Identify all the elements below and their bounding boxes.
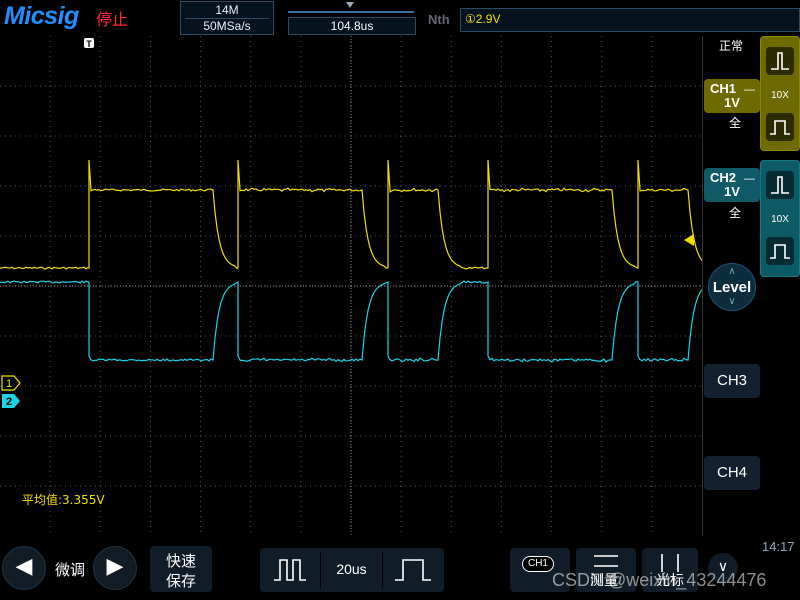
chevron-up-icon: ∧ bbox=[728, 266, 736, 277]
svg-text:2: 2 bbox=[6, 396, 12, 408]
timebase-value[interactable]: 20us bbox=[321, 561, 382, 577]
pulse-icon[interactable] bbox=[766, 237, 794, 265]
chevron-down-icon: ∨ bbox=[728, 296, 736, 307]
clock-time: 14:17 bbox=[762, 539, 795, 554]
trigger-level-arrow[interactable] bbox=[684, 234, 694, 246]
rising-edge-icon[interactable] bbox=[766, 171, 794, 199]
average-readout: 平均值:3.355V bbox=[22, 492, 105, 507]
timebase-ruler bbox=[288, 11, 414, 13]
sample-rate: 50MSa/s bbox=[203, 19, 251, 33]
waveform-display[interactable]: T 1 2 平均值:3.355V bbox=[0, 36, 703, 536]
ch1-bandwidth: 全 bbox=[728, 116, 741, 130]
ch2-bandwidth: 全 bbox=[728, 206, 741, 220]
arrow-left-icon: ◀ bbox=[15, 553, 33, 578]
level-label: Level bbox=[712, 279, 752, 296]
ch2-button[interactable]: CH2 — 1V bbox=[704, 168, 760, 202]
ch1-scale: 1V bbox=[724, 95, 740, 110]
arrow-right-icon: ▶ bbox=[106, 553, 124, 578]
wide-pulse-icon bbox=[395, 559, 431, 581]
ch1-reference-marker[interactable]: 1 bbox=[1, 375, 21, 391]
ch3-button[interactable]: CH3 bbox=[704, 364, 760, 398]
trigger-info-box[interactable]: ①2.9V bbox=[460, 8, 800, 32]
nth-label[interactable]: Nth bbox=[428, 12, 450, 27]
waveform-svg: T 1 2 平均值:3.355V bbox=[0, 36, 702, 536]
top-status-bar: Micsig 停止 14M 50MSa/s 104.8us Nth ①2.9V bbox=[0, 0, 800, 35]
trigger-mode-label[interactable]: 正常 bbox=[710, 37, 752, 54]
level-knob[interactable]: ∧ Level ∨ bbox=[708, 263, 756, 311]
svg-text:1: 1 bbox=[6, 378, 12, 390]
ch1-quick-panel: 10X bbox=[760, 36, 800, 151]
ch1-name: CH1 bbox=[710, 81, 737, 96]
ch2-scale: 1V bbox=[724, 184, 740, 199]
timebase-increase-button[interactable] bbox=[383, 548, 444, 592]
graticule bbox=[0, 36, 702, 536]
trigger-position-tag: T bbox=[84, 38, 94, 49]
ch2-quick-panel: 10X bbox=[760, 160, 800, 277]
svg-text:T: T bbox=[86, 39, 92, 49]
narrow-pulse-icon bbox=[274, 559, 306, 581]
ch1-probe-ratio[interactable]: 10X bbox=[761, 90, 799, 101]
quick-save-line2: 保存 bbox=[165, 573, 196, 590]
measure-channel-tag: CH1 bbox=[522, 556, 554, 572]
fine-adjust-label[interactable]: 微调 bbox=[55, 559, 85, 580]
trigger-position-marker bbox=[346, 2, 354, 8]
quick-save-button[interactable]: 快速 保存 bbox=[150, 546, 212, 592]
run-stop-status[interactable]: 停止 bbox=[96, 6, 128, 30]
prev-button[interactable]: ◀ bbox=[2, 546, 46, 590]
pulse-icon[interactable] bbox=[766, 113, 794, 141]
quick-save-line1: 快速 bbox=[165, 553, 196, 570]
ch2-probe-ratio[interactable]: 10X bbox=[761, 214, 799, 225]
timebase-control: 20us bbox=[260, 548, 444, 592]
trigger-delay-value: 104.8us bbox=[330, 19, 374, 33]
ch2-name: CH2 bbox=[710, 170, 737, 185]
watermark: CSDN @weixin_43244476 bbox=[552, 570, 767, 590]
next-button[interactable]: ▶ bbox=[93, 546, 137, 590]
memory-depth: 14M bbox=[215, 3, 239, 17]
ch4-button[interactable]: CH4 bbox=[704, 456, 760, 490]
brand-logo: Micsig bbox=[4, 2, 79, 30]
timebase-decrease-button[interactable] bbox=[260, 548, 320, 592]
acquisition-box[interactable]: 14M 50MSa/s bbox=[180, 1, 274, 35]
ch2-reference-marker[interactable]: 2 bbox=[2, 394, 20, 408]
ch1-button[interactable]: CH1 — 1V bbox=[704, 79, 760, 113]
trigger-delay-box[interactable]: 104.8us bbox=[288, 17, 416, 35]
rising-edge-icon[interactable] bbox=[766, 47, 794, 75]
trigger-level-value: ①2.9V bbox=[465, 12, 501, 26]
